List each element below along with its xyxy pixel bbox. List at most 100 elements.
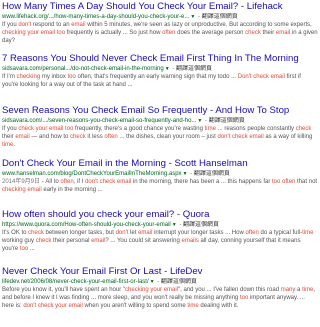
snippet-keyword: time xyxy=(302,287,314,293)
result-title-link[interactable]: Don't Check Your Email in the Morning - … xyxy=(2,158,318,170)
result-snippet: If I'm checking my inbox too often, that… xyxy=(2,73,318,89)
dropdown-arrow-icon[interactable]: ▼ xyxy=(150,279,155,285)
snippet-keyword: many xyxy=(280,287,296,293)
snippet-text: that not xyxy=(295,179,318,185)
snippet-keyword: Don't check email xyxy=(237,74,285,80)
snippet-keyword: often xyxy=(60,179,74,185)
result-url-line: www.hanselman.com/blog/DontCheckYourEmai… xyxy=(2,170,318,178)
snippet-text: within 5 minutes, we're seen as lazy or … xyxy=(85,22,312,28)
result-title-link[interactable]: 7 Reasons You Should Never Check Email F… xyxy=(2,53,318,65)
snippet-keyword: email xyxy=(15,134,30,140)
snippet-text: dealing with it. xyxy=(198,303,239,309)
result-title-link[interactable]: How Many Times A Day Should You Check Yo… xyxy=(2,1,318,13)
snippet-text: - All to xyxy=(40,179,61,185)
snippet-keyword: time xyxy=(204,126,216,132)
snippet-keyword: checking xyxy=(16,74,41,80)
snippet-keyword: often xyxy=(282,179,296,185)
result-date: 2014年9月9日 xyxy=(2,179,41,185)
search-result: Don't Check Your Email in the Morning - … xyxy=(2,158,318,194)
snippet-text: . xyxy=(13,142,16,148)
snippet-keyword: check your email too xyxy=(18,126,74,132)
snippet-text: If you xyxy=(2,126,19,132)
result-url-line: sidsavara.com/personal.../do-not-check-e… xyxy=(2,65,318,73)
snippet-keyword: don't check email xyxy=(85,179,132,185)
result-title-link[interactable]: Never Check Your Email First Or Last - L… xyxy=(2,266,318,278)
result-snippet: Before you know it, you'll have spent an… xyxy=(2,286,318,310)
snippet-text: it less xyxy=(85,134,105,140)
snippet-text: in the morning, there has been a ... thi… xyxy=(131,179,273,185)
result-url[interactable]: www.lifehack.org/.../how-many-times-a-da… xyxy=(2,14,189,20)
snippet-keyword: time xyxy=(2,142,14,148)
dropdown-arrow-icon[interactable]: ▼ xyxy=(172,222,177,228)
snippet-text: , if I xyxy=(73,179,86,185)
snippet-keyword: email xyxy=(275,30,291,36)
result-snippet: If you don't respond to an email within … xyxy=(2,21,318,45)
snippet-text: frequently, there's a good chance you're… xyxy=(73,126,205,132)
snippet-keyword: checking your email too xyxy=(2,30,66,36)
translate-page-link[interactable]: 翻譯這個網頁 xyxy=(183,222,219,228)
snippet-text: ? ... You could sit answering xyxy=(105,238,182,244)
snippet-keyword: don't xyxy=(18,22,32,28)
translate-page-link[interactable]: 翻譯這個網頁 xyxy=(161,279,197,285)
result-url[interactable]: www.hanselman.com/blog/DontCheckYourEmai… xyxy=(2,171,182,177)
snippet-text: my inbox xyxy=(40,74,68,80)
result-url-line: sidsavara.com/.../seven-reasons-you-chec… xyxy=(2,117,318,125)
snippet-text: let xyxy=(128,230,139,236)
snippet-keyword: email xyxy=(91,238,106,244)
result-snippet: If you check your email too frequently, … xyxy=(2,125,318,149)
result-title-link[interactable]: How often should you check your email? -… xyxy=(2,209,318,221)
snippet-text: their xyxy=(260,30,276,36)
dropdown-arrow-icon[interactable]: ▼ xyxy=(190,14,195,20)
snippet-keyword: checking your email xyxy=(125,287,179,293)
snippet-text: respond to an xyxy=(31,22,72,28)
translate-page-link[interactable]: 翻譯這個網頁 xyxy=(176,66,212,72)
search-result: Seven Reasons You Check Email So Frequen… xyxy=(2,105,318,149)
snippet-keyword: time xyxy=(302,230,314,236)
result-url[interactable]: https://www.quora.com/How-often-should-y… xyxy=(2,222,171,228)
snippet-keyword: check xyxy=(245,30,261,36)
snippet-text: ... xyxy=(28,246,35,252)
snippet-text: as a way of killing xyxy=(263,134,313,140)
result-title-link[interactable]: Seven Reasons You Check Email So Frequen… xyxy=(2,105,318,117)
snippet-keyword: check xyxy=(70,134,86,140)
snippet-keyword: checking email xyxy=(2,187,42,193)
dropdown-arrow-icon[interactable]: ▼ xyxy=(197,118,202,124)
snippet-text: their xyxy=(2,134,16,140)
snippet-keyword: check xyxy=(295,126,312,132)
snippet-keyword: email xyxy=(138,230,153,236)
result-url-line: lifedev.net/2006/08/never-check-your-ema… xyxy=(2,278,318,286)
snippet-keyword: emails xyxy=(181,238,199,244)
translate-page-link[interactable]: 翻譯這個網頁 xyxy=(209,118,245,124)
snippet-text: interrupt your longer tasks ... How xyxy=(152,230,246,236)
search-result: How often should you check your email? -… xyxy=(2,209,318,253)
snippet-keyword: too xyxy=(19,246,29,252)
result-url[interactable]: sidsavara.com/personal.../do-not-check-e… xyxy=(2,66,164,72)
result-url[interactable]: sidsavara.com/.../seven-reasons-you-chec… xyxy=(2,118,196,124)
snippet-keyword: check xyxy=(28,230,44,236)
snippet-text: ... the dishes, clean your room – just xyxy=(117,134,218,140)
snippet-keyword: often xyxy=(162,30,176,36)
snippet-text: Before you know it, you'll have spent an… xyxy=(2,287,126,293)
snippet-keyword: often xyxy=(245,230,259,236)
snippet-text: early in the morning ... xyxy=(41,187,103,193)
dropdown-arrow-icon[interactable]: ▼ xyxy=(165,66,170,72)
search-result: How Many Times A Day Should You Check Yo… xyxy=(2,1,318,45)
result-url[interactable]: lifedev.net/2006/08/never-check-your-ema… xyxy=(2,279,149,285)
snippet-keyword: don't xyxy=(115,230,129,236)
snippet-text: between longer tasks, but xyxy=(43,230,116,236)
translate-page-link[interactable]: 翻譯這個網頁 xyxy=(194,171,230,177)
snippet-keyword: often xyxy=(104,134,118,140)
snippet-keyword: check xyxy=(35,238,52,244)
snippet-text: If I'm xyxy=(2,74,17,80)
search-result: 7 Reasons You Should Never Check Email F… xyxy=(2,53,318,89)
snippet-keyword: don't check email xyxy=(217,134,264,140)
result-snippet: 2014年9月9日 - All to often, if I don't che… xyxy=(2,178,318,194)
snippet-keyword: too xyxy=(67,74,76,80)
snippet-keyword: don't check your email xyxy=(23,303,83,309)
search-result: Never Check Your Email First Or Last - L… xyxy=(2,266,318,310)
result-snippet: It's OK to check between longer tasks, b… xyxy=(2,229,318,253)
dropdown-arrow-icon[interactable]: ▼ xyxy=(183,171,188,177)
snippet-text: ... reasons people constantly xyxy=(215,126,296,132)
translate-page-link[interactable]: 翻譯這個網頁 xyxy=(202,14,238,20)
snippet-keyword: time xyxy=(187,303,199,309)
